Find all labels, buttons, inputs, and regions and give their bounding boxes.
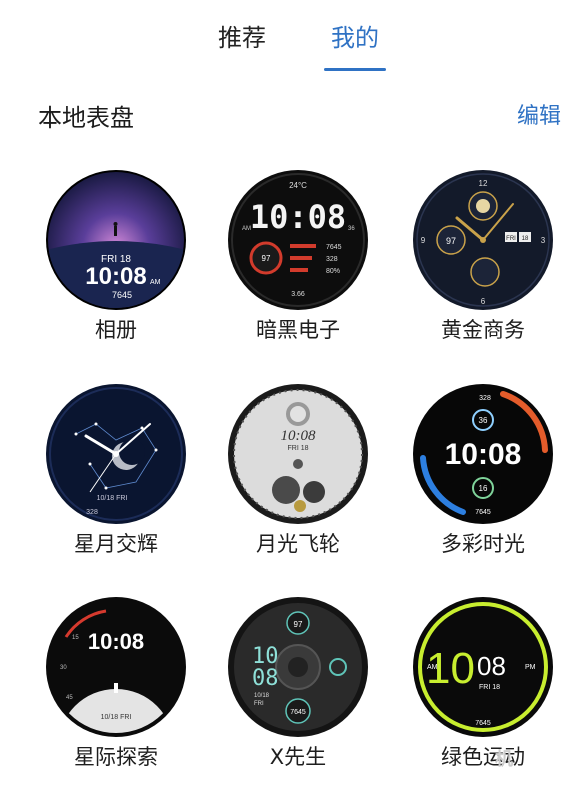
face-steps: 328 (86, 509, 98, 516)
face-seconds: 36 (348, 226, 355, 232)
face-ampm: AM (242, 226, 251, 232)
face-time: 10:08 (85, 263, 146, 290)
face-heart: 97 (262, 254, 271, 263)
face-label: 暗黑电子 (256, 318, 340, 342)
face-time: 10:08 (281, 428, 316, 444)
face-date-num: 18 (522, 236, 529, 242)
watch-face-preview: 97 10 08 10/18 FRI 7645 (228, 597, 368, 737)
face-date: FRI 18 (287, 445, 308, 452)
watch-face-preview: 12 3 6 9 97 FRI 18 (413, 170, 553, 310)
face-label: 多彩时光 (441, 532, 525, 556)
face-top-value: 36 (479, 416, 488, 425)
watch-face-preview: 24°C 10:08 AM 36 97 7645 328 80% 3.66 (228, 170, 368, 310)
face-label: 黄金商务 (441, 318, 525, 342)
edit-button[interactable]: 编辑 (517, 98, 561, 130)
face-minute: 08 (477, 651, 506, 681)
face-calories: 328 (479, 395, 491, 402)
face-steps: 7645 (326, 244, 342, 251)
watch-face-colorful[interactable]: 328 36 10:08 16 7645 多彩时光 (408, 384, 558, 584)
face-heart: 97 (294, 620, 303, 629)
face-heart: 97 (446, 236, 456, 246)
face-label: 星际探索 (74, 745, 158, 769)
watch-face-star-moon[interactable]: 10/18 FRI 328 星月交辉 (41, 384, 191, 584)
face-day: FRI (506, 236, 516, 242)
face-label: 星月交辉 (74, 532, 158, 556)
face-pm: PM (525, 664, 536, 671)
watermark: 机 (495, 749, 513, 770)
face-distance: 3.66 (291, 291, 305, 298)
watch-face-moonlight-tourbillon[interactable]: 10:08 FRI 18 月光飞轮 (223, 384, 373, 584)
face-numeral-3: 3 (541, 236, 546, 245)
face-battery: 80% (326, 268, 340, 275)
face-time: 10:08 (445, 438, 522, 471)
face-date: FRI 18 (479, 684, 500, 691)
watch-face-album[interactable]: FRI 18 10:08 AM 7645 相册 (41, 170, 191, 370)
watch-face-mr-x[interactable]: 97 10 08 10/18 FRI 7645 X先生 (223, 597, 373, 797)
face-numeral-9: 9 (421, 236, 426, 245)
tab-bar: 推荐 我的 (0, 20, 574, 72)
face-mark-45: 45 (66, 695, 73, 701)
section-title: 本地表盘 (38, 104, 134, 132)
face-date: 10/18 (254, 693, 270, 699)
face-label: 绿色运动 (441, 745, 525, 769)
face-time: 10:08 (88, 629, 144, 654)
face-numeral-6: 6 (481, 297, 486, 306)
face-label: 月光飞轮 (256, 532, 340, 556)
watch-face-preview: 10/18 FRI 328 (46, 384, 186, 524)
face-temp: 24°C (289, 181, 307, 190)
face-hour: 10 (426, 644, 475, 693)
face-steps: 7645 (475, 720, 491, 727)
tab-active-indicator (324, 68, 386, 71)
face-steps: 7645 (112, 290, 132, 300)
watch-face-green-sport[interactable]: AM 10 08 PM FRI 18 7645 绿色运动 (408, 597, 558, 797)
watch-face-preview: 328 36 10:08 16 7645 (413, 384, 553, 524)
watch-face-preview: 10:08 FRI 18 (228, 384, 368, 524)
watch-face-preview: FRI 18 10:08 AM 7645 (46, 170, 186, 310)
watch-face-gold-business[interactable]: 12 3 6 9 97 FRI 18 黄金商务 (408, 170, 558, 370)
face-steps: 7645 (290, 709, 306, 716)
face-steps: 7645 (475, 509, 491, 516)
face-date: 10/18 FRI (101, 714, 132, 721)
face-bottom-value: 16 (479, 484, 488, 493)
watch-face-preview: 15 30 45 10:08 10/18 FRI (46, 597, 186, 737)
face-date: 10/18 FRI (97, 495, 128, 502)
face-minute: 08 (252, 666, 279, 691)
face-time: 10:08 (250, 198, 346, 236)
face-calories: 328 (326, 256, 338, 263)
tab-recommended[interactable]: 推荐 (218, 20, 266, 56)
face-mark-30: 30 (60, 665, 67, 671)
face-ampm: AM (150, 279, 161, 286)
watch-face-dark-digital[interactable]: 24°C 10:08 AM 36 97 7645 328 80% 3.66 暗黑… (223, 170, 373, 370)
tab-mine[interactable]: 我的 (331, 20, 379, 56)
watch-face-space-explore[interactable]: 15 30 45 10:08 10/18 FRI 星际探索 (41, 597, 191, 797)
face-day: FRI (254, 701, 264, 707)
face-label: X先生 (269, 745, 327, 769)
face-numeral-12: 12 (479, 179, 488, 188)
face-label: 相册 (95, 318, 137, 342)
watch-face-preview: AM 10 08 PM FRI 18 7645 (413, 597, 553, 737)
face-mark-15: 15 (72, 635, 79, 641)
